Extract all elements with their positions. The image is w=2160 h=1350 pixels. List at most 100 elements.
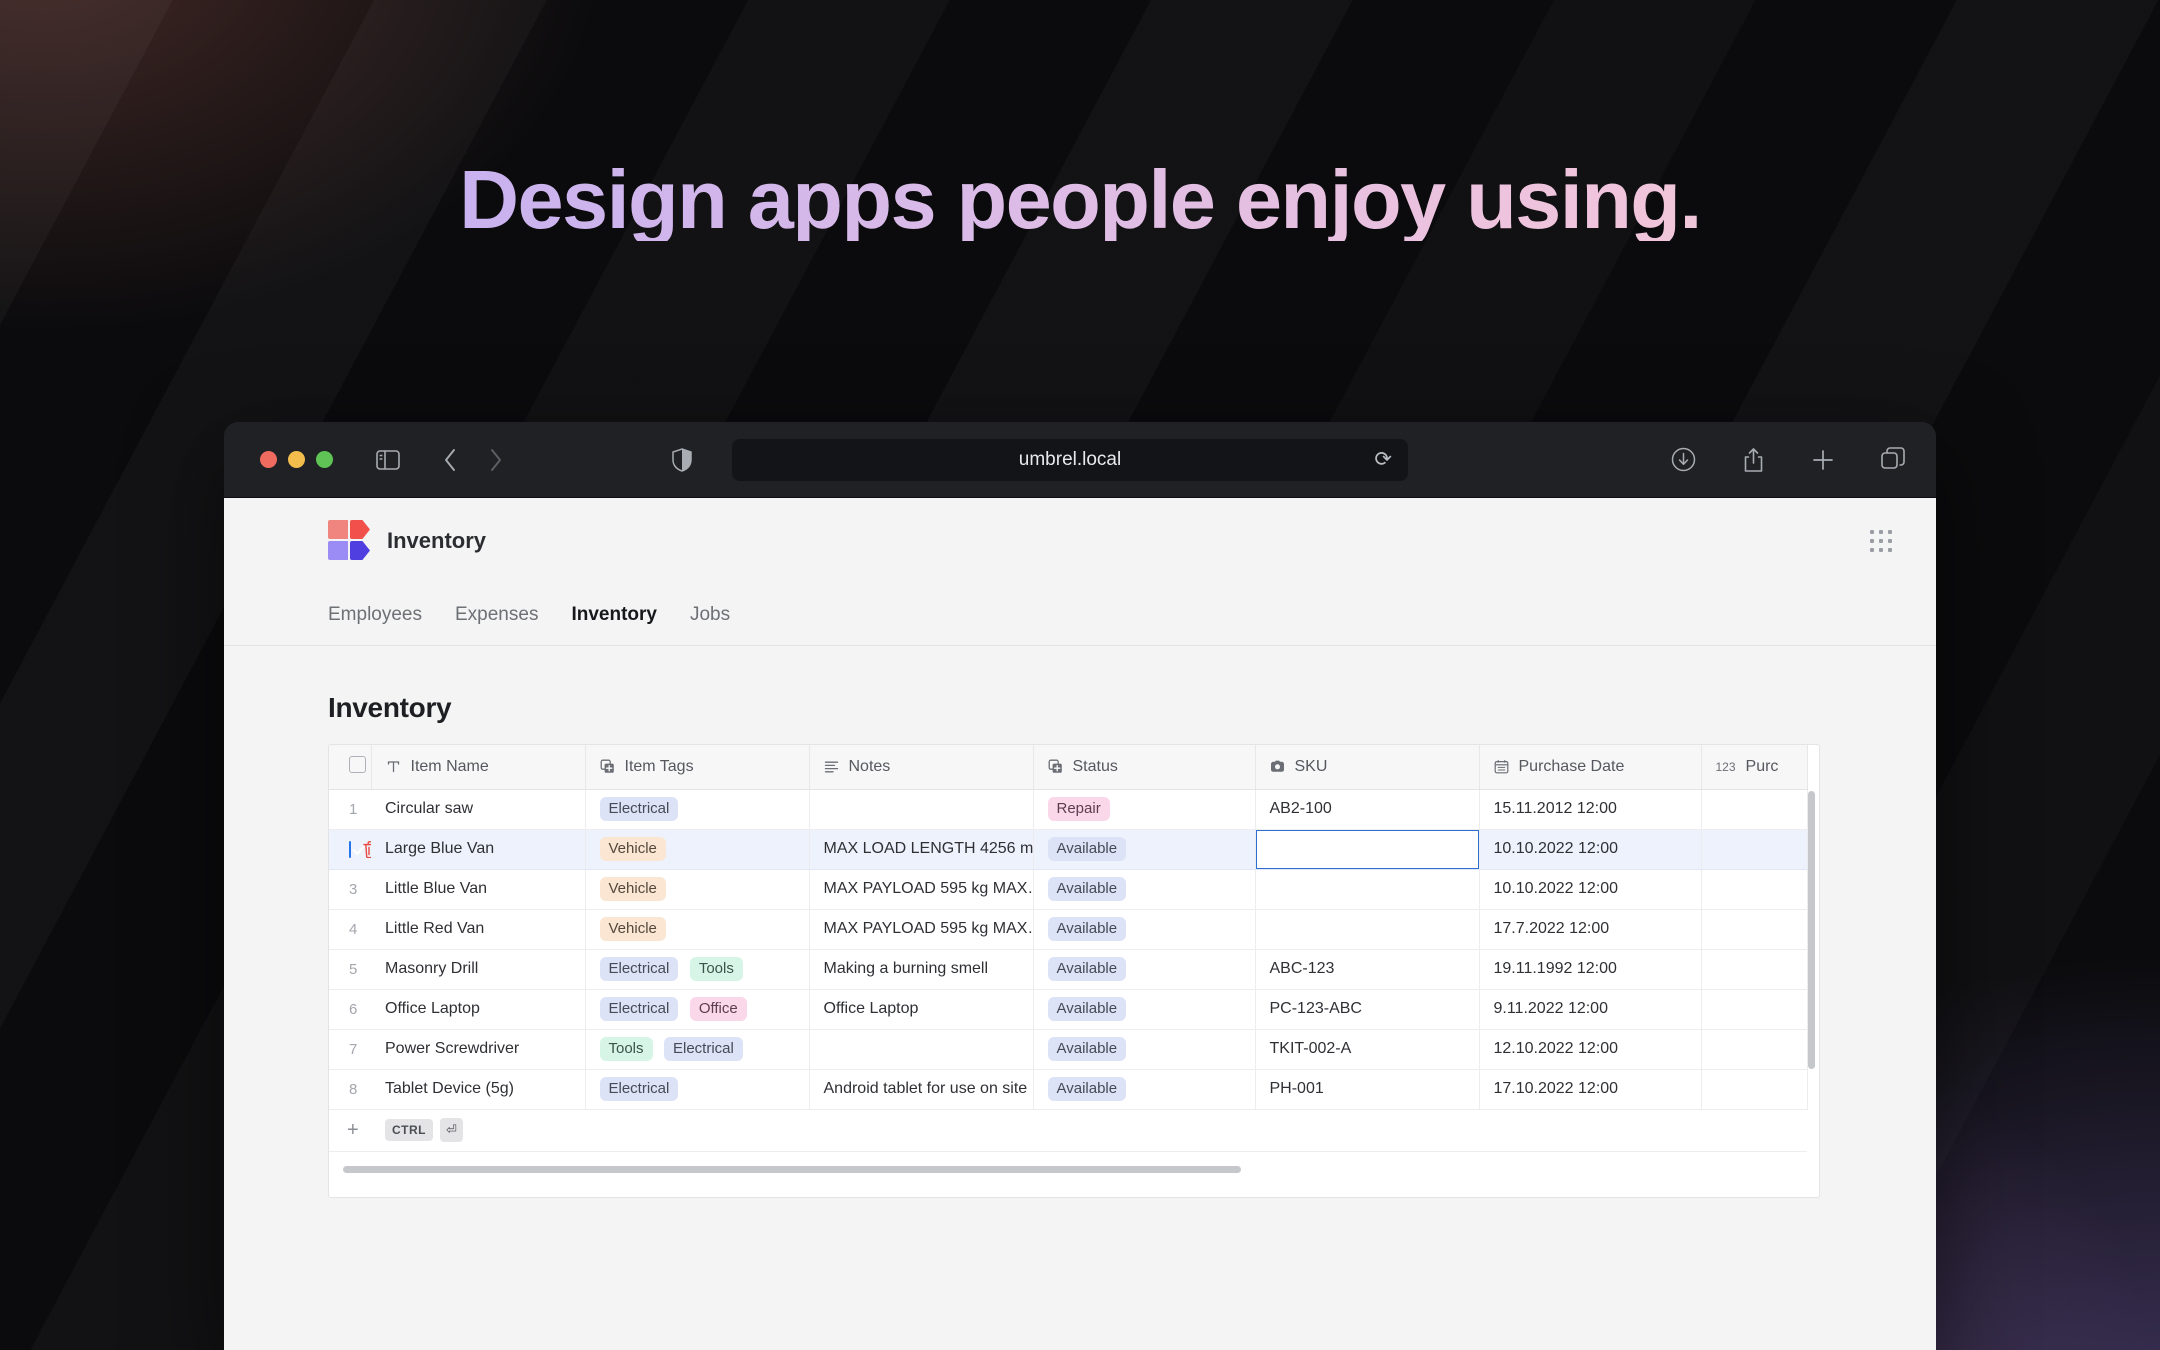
cell-purchase-date[interactable]: 15.11.2012 12:00: [1479, 789, 1702, 830]
cell-purchase-number[interactable]: [1701, 949, 1808, 990]
tag-chip[interactable]: Tools: [689, 956, 743, 982]
tag-chip[interactable]: Electrical: [599, 1076, 679, 1102]
cell-item-name[interactable]: Little Red Van: [371, 909, 586, 950]
plus-icon[interactable]: [1806, 443, 1840, 477]
column-header-notes[interactable]: Notes: [809, 745, 1034, 790]
cell-notes[interactable]: Android tablet for use on site: [809, 1069, 1034, 1110]
tag-chip[interactable]: Vehicle: [599, 876, 666, 902]
tag-chip[interactable]: Vehicle: [599, 916, 666, 942]
cell-purchase-number[interactable]: [1701, 789, 1808, 830]
column-header-purchase-date[interactable]: Purchase Date: [1479, 745, 1702, 790]
cell-purchase-number[interactable]: [1701, 1069, 1808, 1110]
cell-purchase-number[interactable]: [1701, 1029, 1808, 1070]
minimize-window-button[interactable]: [288, 451, 305, 468]
tag-chip[interactable]: Electrical: [599, 956, 679, 982]
checkbox-icon[interactable]: [349, 755, 366, 773]
cell-purchase-date[interactable]: 10.10.2022 12:00: [1479, 829, 1702, 870]
table-row[interactable]: 4 Little Red Van Vehicle MAX PAYLOAD 595…: [329, 909, 1808, 950]
row-index-cell[interactable]: 3: [329, 869, 371, 910]
tab-inventory[interactable]: Inventory: [571, 604, 657, 626]
cell-status[interactable]: Available: [1033, 1029, 1256, 1070]
forward-arrow-icon[interactable]: [479, 443, 513, 477]
status-badge[interactable]: Repair: [1047, 796, 1110, 822]
cell-sku[interactable]: [1255, 869, 1480, 910]
cell-purchase-number[interactable]: [1701, 989, 1808, 1030]
cell-notes[interactable]: Making a burning smell: [809, 949, 1034, 990]
cell-item-tags[interactable]: Vehicle: [585, 909, 810, 950]
cell-notes[interactable]: Office Laptop: [809, 989, 1034, 1030]
cell-status[interactable]: Available: [1033, 909, 1256, 950]
row-index-cell[interactable]: 1: [329, 789, 371, 830]
tab-expenses[interactable]: Expenses: [455, 604, 538, 626]
table-row[interactable]: 1 Circular saw Electrical Repair AB2-100…: [329, 789, 1808, 830]
cell-purchase-date[interactable]: 10.10.2022 12:00: [1479, 869, 1702, 910]
row-index-cell[interactable]: [329, 829, 371, 870]
add-row[interactable]: + CTRL ⏎: [329, 1109, 1807, 1152]
row-index-cell[interactable]: 7: [329, 1029, 371, 1070]
cell-item-name[interactable]: Office Laptop: [371, 989, 586, 1030]
column-header-purchase-number[interactable]: 123 Purc: [1701, 745, 1808, 790]
row-index-cell[interactable]: 6: [329, 989, 371, 1030]
cell-item-tags[interactable]: Tools Electrical: [585, 1029, 810, 1070]
tag-chip[interactable]: Electrical: [599, 996, 679, 1022]
row-index-cell[interactable]: 4: [329, 909, 371, 950]
cell-item-tags[interactable]: Vehicle: [585, 829, 810, 870]
column-header-sku[interactable]: SKU: [1255, 745, 1480, 790]
status-badge[interactable]: Available: [1047, 1036, 1127, 1062]
cell-purchase-date[interactable]: 19.11.1992 12:00: [1479, 949, 1702, 990]
tag-chip[interactable]: Vehicle: [599, 836, 666, 862]
tab-jobs[interactable]: Jobs: [690, 604, 730, 626]
sku-input[interactable]: [1255, 829, 1478, 868]
tag-chip[interactable]: Electrical: [663, 1036, 743, 1062]
cell-sku[interactable]: [1255, 909, 1480, 950]
column-header-item-name[interactable]: Item Name: [371, 745, 586, 790]
cell-notes[interactable]: MAX LOAD LENGTH 4256 mm: [809, 829, 1034, 870]
status-badge[interactable]: Available: [1047, 1076, 1127, 1102]
cell-purchase-date[interactable]: 12.10.2022 12:00: [1479, 1029, 1702, 1070]
cell-status[interactable]: Available: [1033, 869, 1256, 910]
cell-purchase-number[interactable]: [1701, 909, 1808, 950]
cell-purchase-number[interactable]: [1701, 869, 1808, 910]
downloads-icon[interactable]: [1666, 443, 1700, 477]
delete-row-icon[interactable]: [363, 840, 371, 858]
tag-chip[interactable]: Office: [689, 996, 747, 1022]
cell-item-name[interactable]: Large Blue Van: [371, 829, 586, 870]
reload-icon[interactable]: ⟳: [1374, 449, 1392, 470]
cell-purchase-number[interactable]: [1701, 829, 1808, 870]
cell-item-name[interactable]: Little Blue Van: [371, 869, 586, 910]
cell-sku-editing[interactable]: [1255, 829, 1480, 870]
close-window-button[interactable]: [260, 451, 277, 468]
cell-purchase-date[interactable]: 9.11.2022 12:00: [1479, 989, 1702, 1030]
status-badge[interactable]: Available: [1047, 916, 1127, 942]
column-header-item-tags[interactable]: Item Tags: [585, 745, 810, 790]
cell-item-tags[interactable]: Vehicle: [585, 869, 810, 910]
share-icon[interactable]: [1736, 443, 1770, 477]
cell-status[interactable]: Available: [1033, 1069, 1256, 1110]
table-row[interactable]: 7 Power Screwdriver Tools Electrical Ava…: [329, 1029, 1808, 1070]
table-row[interactable]: Large Blue Van Vehicle MAX LOAD LENGTH 4…: [329, 829, 1808, 870]
row-checkbox[interactable]: [349, 840, 351, 858]
cell-sku[interactable]: ABC-123: [1255, 949, 1480, 990]
status-badge[interactable]: Available: [1047, 996, 1127, 1022]
row-index-cell[interactable]: 8: [329, 1069, 371, 1110]
table-row[interactable]: 3 Little Blue Van Vehicle MAX PAYLOAD 59…: [329, 869, 1808, 910]
column-header-status[interactable]: Status: [1033, 745, 1256, 790]
cell-item-name[interactable]: Tablet Device (5g): [371, 1069, 586, 1110]
apps-grid-icon[interactable]: [1870, 530, 1892, 552]
tag-chip[interactable]: Tools: [599, 1036, 653, 1062]
table-row[interactable]: 8 Tablet Device (5g) Electrical Android …: [329, 1069, 1808, 1110]
cell-item-name[interactable]: Circular saw: [371, 789, 586, 830]
add-row-plus-icon[interactable]: +: [329, 1109, 371, 1152]
brand[interactable]: Inventory: [328, 520, 486, 562]
table-row[interactable]: 6 Office Laptop Electrical Office Office…: [329, 989, 1808, 1030]
cell-status[interactable]: Available: [1033, 949, 1256, 990]
cell-purchase-date[interactable]: 17.10.2022 12:00: [1479, 1069, 1702, 1110]
cell-notes[interactable]: MAX PAYLOAD 595 kg MAX…: [809, 909, 1034, 950]
select-all-header[interactable]: [329, 745, 372, 790]
horizontal-scrollbar[interactable]: [343, 1166, 1241, 1173]
tag-chip[interactable]: Electrical: [599, 796, 679, 822]
sidebar-icon[interactable]: [371, 443, 405, 477]
cell-sku[interactable]: AB2-100: [1255, 789, 1480, 830]
vertical-scrollbar[interactable]: [1808, 791, 1815, 1069]
cell-item-name[interactable]: Power Screwdriver: [371, 1029, 586, 1070]
